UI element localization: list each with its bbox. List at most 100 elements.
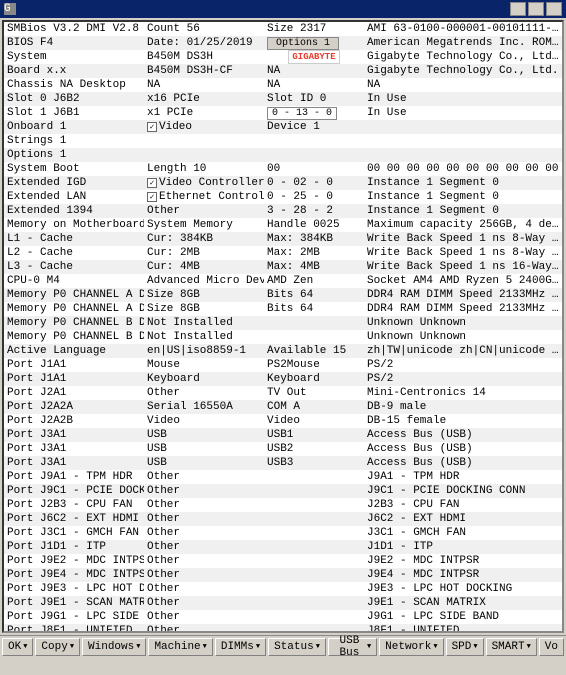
table-row[interactable]: CPU-0 M4Advanced Micro Devices, Inc.AMD …: [4, 274, 562, 288]
table-row[interactable]: Port J1A1MousePS2MousePS/2: [4, 358, 562, 372]
table-cell-description: J2B3 - CPU FAN: [364, 498, 562, 512]
slot-value: 0 - 13 - 0: [267, 107, 337, 120]
status-btn-ok[interactable]: OK▼: [2, 638, 33, 656]
table-row[interactable]: Port J9E1 - SCAN MATRIXOtherJ9E1 - SCAN …: [4, 596, 562, 610]
status-btn-vo[interactable]: Vo: [539, 638, 564, 656]
table-row[interactable]: BIOS F4Date: 01/25/2019Options 1American…: [4, 36, 562, 50]
table-row[interactable]: Slot 0 J6B2x16 PCIeSlot ID 0In Use: [4, 92, 562, 106]
dropdown-arrow-icon: ▼: [367, 643, 371, 651]
status-btn-label: SMART: [492, 641, 525, 653]
app-window: G SMBios V3.2 DMI V2.8Count 56Size 2317A…: [0, 0, 566, 657]
table-cell-extra: [264, 148, 364, 162]
table-row[interactable]: Port J2A2ASerial 16550ACOM ADB-9 male: [4, 400, 562, 414]
table-cell-extra: [264, 498, 364, 512]
table-cell-name: Extended 1394: [4, 204, 144, 218]
table-row[interactable]: Board x.xB450M DS3H-CFNAGigabyte Technol…: [4, 64, 562, 78]
table-cell-value: [144, 134, 264, 148]
table-cell-extra: Handle 0025: [264, 218, 364, 232]
table-row[interactable]: Extended 1394Other3 - 28 - 2Instance 1 S…: [4, 204, 562, 218]
minimize-button[interactable]: [510, 2, 526, 16]
table-cell-name: Extended LAN: [4, 190, 144, 204]
table-row[interactable]: Port J9E3 - LPC HOT DOCKINGOtherJ9E3 - L…: [4, 582, 562, 596]
table-row[interactable]: Onboard 1VideoDevice 1: [4, 120, 562, 134]
content-area[interactable]: SMBios V3.2 DMI V2.8Count 56Size 2317AMI…: [2, 20, 564, 633]
table-row[interactable]: Port J3A1USBUSB2Access Bus (USB): [4, 442, 562, 456]
status-btn-usb-bus[interactable]: USB Bus▼: [328, 638, 377, 656]
table-row[interactable]: Port J2A1OtherTV OutMini-Centronics 14: [4, 386, 562, 400]
table-row[interactable]: L3 - CacheCur: 4MBMax: 4MBWrite Back Spe…: [4, 260, 562, 274]
table-cell-value: Mouse: [144, 358, 264, 372]
table-row[interactable]: Port J2B3 - CPU FANOtherJ2B3 - CPU FAN: [4, 498, 562, 512]
table-row[interactable]: Port J3C1 - GMCH FANOtherJ3C1 - GMCH FAN: [4, 526, 562, 540]
table-cell-description: Unknown Unknown: [364, 316, 562, 330]
table-row[interactable]: Strings 1: [4, 134, 562, 148]
table-row[interactable]: Slot 1 J6B1x1 PCIe0 - 13 - 0In Use: [4, 106, 562, 120]
table-row[interactable]: Port J6C2 - EXT HDMIOtherJ6C2 - EXT HDMI: [4, 512, 562, 526]
table-row[interactable]: Port J1A1KeyboardKeyboardPS/2: [4, 372, 562, 386]
options-button[interactable]: Options 1: [267, 37, 339, 50]
table-row[interactable]: Memory P0 CHANNEL B DIMM 1Not InstalledU…: [4, 330, 562, 344]
checkbox-label: Video: [159, 121, 192, 133]
status-btn-network[interactable]: Network▼: [379, 638, 443, 656]
table-row[interactable]: Port J3A1USBUSB3Access Bus (USB): [4, 456, 562, 470]
table-cell-extra: [264, 596, 364, 610]
close-button[interactable]: [546, 2, 562, 16]
table-row[interactable]: L1 - CacheCur: 384KBMax: 384KBWrite Back…: [4, 232, 562, 246]
table-row[interactable]: Port J9E2 - MDC INTPSROtherJ9E2 - MDC IN…: [4, 554, 562, 568]
status-btn-status[interactable]: Status▼: [268, 638, 326, 656]
table-cell-value: x1 PCIe: [144, 106, 264, 120]
status-btn-label: Vo: [545, 641, 558, 653]
table-row[interactable]: Options 1: [4, 148, 562, 162]
table-row[interactable]: Port J9A1 - TPM HDROtherJ9A1 - TPM HDR: [4, 470, 562, 484]
status-btn-machine[interactable]: Machine▼: [148, 638, 212, 656]
table-cell-value: Count 56: [144, 22, 264, 36]
table-cell-extra: NA: [264, 78, 364, 92]
table-cell-extra: USB3: [264, 456, 364, 470]
table-cell-extra: Device 1: [264, 120, 364, 134]
table-cell-name: System Boot: [4, 162, 144, 176]
table-cell-extra: [264, 610, 364, 624]
table-cell-name: Port J3A1: [4, 456, 144, 470]
table-row[interactable]: Chassis NA DesktopNANANA: [4, 78, 562, 92]
table-cell-value: Other: [144, 624, 264, 633]
table-cell-description: DB-15 female: [364, 414, 562, 428]
status-btn-copy[interactable]: Copy▼: [35, 638, 80, 656]
table-cell-name: Port J3A1: [4, 442, 144, 456]
table-cell-description: J8F1 - UNIFIED: [364, 624, 562, 633]
title-bar-buttons[interactable]: [510, 2, 562, 16]
table-row[interactable]: SMBios V3.2 DMI V2.8Count 56Size 2317AMI…: [4, 22, 562, 36]
maximize-button[interactable]: [528, 2, 544, 16]
table-cell-value: x16 PCIe: [144, 92, 264, 106]
table-row[interactable]: Active Languageen|US|iso8859-1Available …: [4, 344, 562, 358]
checkbox-icon[interactable]: [147, 122, 157, 132]
table-row[interactable]: Port J8F1 - UNIFIEDOtherJ8F1 - UNIFIED: [4, 624, 562, 633]
status-btn-dimms[interactable]: DIMMs▼: [215, 638, 266, 656]
table-row[interactable]: SystemB450M DS3HGIGABYTEGigabyte Technol…: [4, 50, 562, 64]
table-cell-description: Unknown Unknown: [364, 330, 562, 344]
table-row[interactable]: Port J9C1 - PCIE DOCKING CONNOtherJ9C1 -…: [4, 484, 562, 498]
status-btn-spd[interactable]: SPD▼: [446, 638, 484, 656]
table-row[interactable]: Extended IGDVideo Controller0 - 02 - 0In…: [4, 176, 562, 190]
table-row[interactable]: Port J9E4 - MDC INTPSROtherJ9E4 - MDC IN…: [4, 568, 562, 582]
checkbox-icon[interactable]: [147, 178, 157, 188]
checkbox-icon[interactable]: [147, 192, 157, 202]
table-cell-name: Options 1: [4, 148, 144, 162]
table-row[interactable]: Port J9G1 - LPC SIDE BANDOtherJ9G1 - LPC…: [4, 610, 562, 624]
table-row[interactable]: Memory P0 CHANNEL A DIMM 1Size 8GBBits 6…: [4, 302, 562, 316]
table-row[interactable]: L2 - CacheCur: 2MBMax: 2MBWrite Back Spe…: [4, 246, 562, 260]
table-row[interactable]: Port J3A1USBUSB1Access Bus (USB): [4, 428, 562, 442]
table-cell-name: Extended IGD: [4, 176, 144, 190]
table-row[interactable]: Memory P0 CHANNEL A DIMM 0Size 8GBBits 6…: [4, 288, 562, 302]
table-row[interactable]: Port J2A2BVideoVideoDB-15 female: [4, 414, 562, 428]
table-row[interactable]: Memory on MotherboardSystem MemoryHandle…: [4, 218, 562, 232]
table-cell-name: Port J9C1 - PCIE DOCKING CONN: [4, 484, 144, 498]
dropdown-arrow-icon: ▼: [473, 643, 477, 651]
table-cell-extra: AMD Zen: [264, 274, 364, 288]
table-cell-value: Video: [144, 120, 264, 134]
table-row[interactable]: Port J1D1 - ITPOtherJ1D1 - ITP: [4, 540, 562, 554]
table-row[interactable]: Extended LANEthernet Controller0 - 25 - …: [4, 190, 562, 204]
status-btn-smart[interactable]: SMART▼: [486, 638, 537, 656]
table-row[interactable]: System BootLength 100000 00 00 00 00 00 …: [4, 162, 562, 176]
table-row[interactable]: Memory P0 CHANNEL B DIMM 0Not InstalledU…: [4, 316, 562, 330]
status-btn-windows[interactable]: Windows▼: [82, 638, 146, 656]
